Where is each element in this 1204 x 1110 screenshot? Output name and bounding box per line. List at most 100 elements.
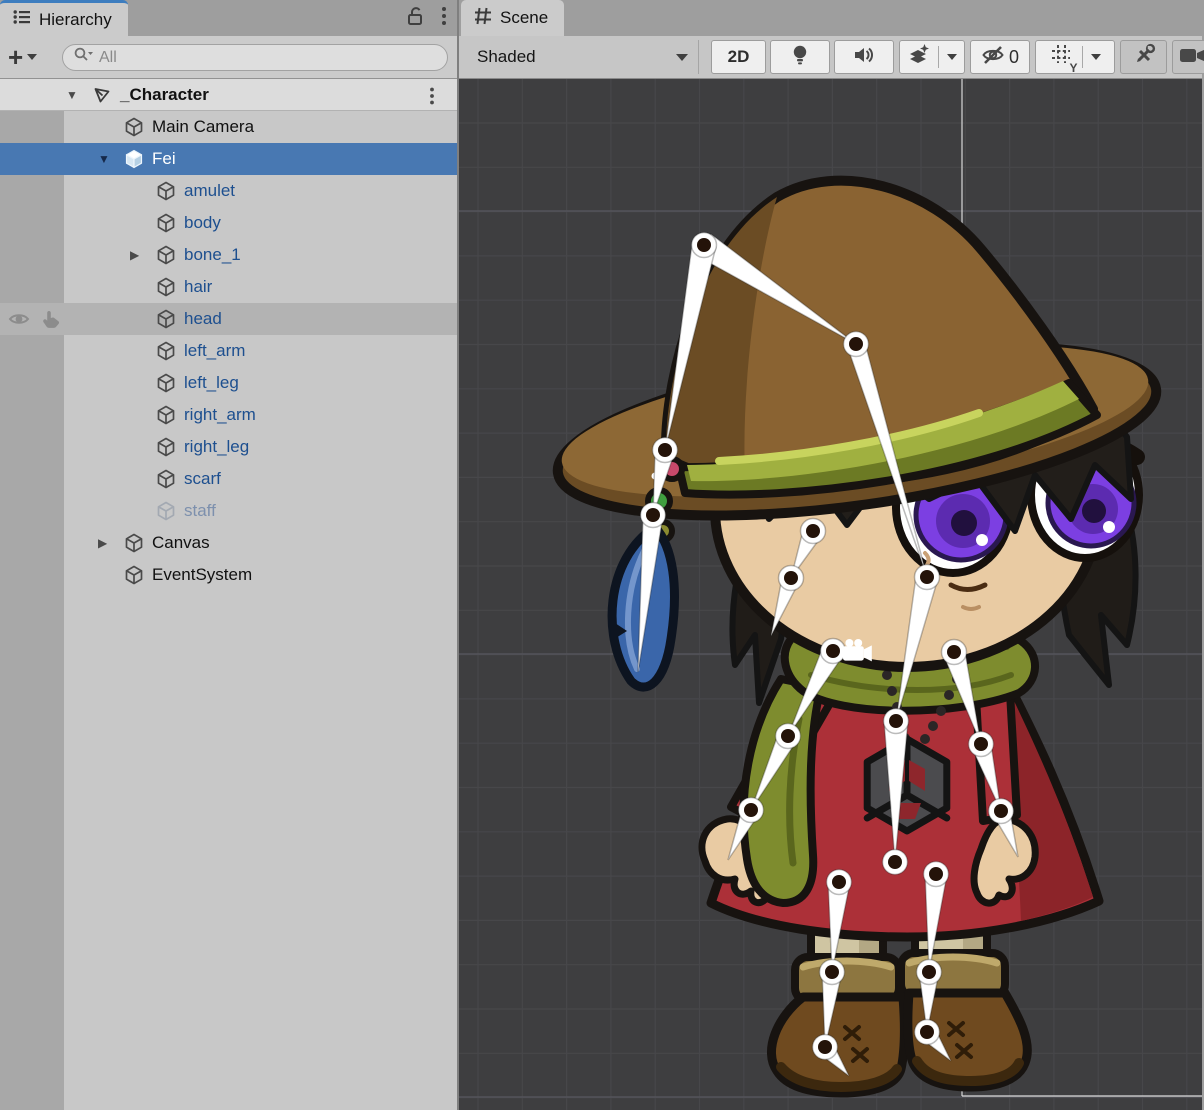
hierarchy-list-icon — [12, 7, 32, 32]
object-label: left_leg — [184, 373, 239, 393]
scene-audio-button[interactable] — [834, 40, 894, 74]
unity-logo-icon — [92, 85, 112, 105]
cube-icon — [156, 437, 176, 457]
cube-icon — [156, 213, 176, 233]
effects-layers-icon — [908, 44, 930, 71]
hierarchy-row-right_arm[interactable]: right_arm — [0, 399, 457, 431]
object-label: head — [184, 309, 222, 329]
eye-icon[interactable] — [8, 309, 30, 334]
chevron-down-icon — [27, 54, 37, 60]
cube-icon — [156, 245, 176, 265]
cube-icon — [156, 181, 176, 201]
scene-grid-icon — [473, 6, 493, 31]
hierarchy-row-right_leg[interactable]: right_leg — [0, 431, 457, 463]
search-input[interactable] — [99, 49, 437, 67]
bone-joint-center — [920, 1025, 934, 1039]
hierarchy-row-eventsystem[interactable]: EventSystem — [0, 559, 457, 591]
object-label: Main Camera — [152, 117, 254, 137]
hierarchy-row-head[interactable]: head — [0, 303, 457, 335]
foldout-arrow[interactable]: ▼ — [98, 152, 110, 166]
cube-icon — [156, 373, 176, 393]
hierarchy-row-amulet[interactable]: amulet — [0, 175, 457, 207]
object-label: staff — [184, 501, 216, 521]
object-label: body — [184, 213, 221, 233]
scene-tab-title: Scene — [500, 8, 548, 28]
grid-visibility-button[interactable]: Y — [1035, 40, 1115, 74]
cube-icon — [156, 277, 176, 297]
object-label: bone_1 — [184, 245, 241, 265]
bone-joint-center — [806, 524, 820, 538]
tab-hierarchy[interactable]: Hierarchy — [0, 0, 128, 36]
scene-lighting-button[interactable] — [770, 40, 830, 74]
hierarchy-row-left_leg[interactable]: left_leg — [0, 367, 457, 399]
cube-icon — [156, 469, 176, 489]
hierarchy-tree: ▼_Character Main Camera ▼ Fei amulet body ▶ bon… — [0, 79, 457, 1110]
object-label: Canvas — [152, 533, 210, 553]
scene-camera-button[interactable] — [1172, 40, 1204, 74]
scene-viewport[interactable] — [459, 79, 1202, 1110]
video-camera-icon — [1180, 45, 1204, 70]
hierarchy-row-bone_1[interactable]: ▶ bone_1 — [0, 239, 457, 271]
object-label: Fei — [152, 149, 176, 169]
foldout-arrow[interactable]: ▼ — [66, 88, 78, 102]
bone-joint-center — [832, 875, 846, 889]
grid-axis-letter: Y — [1069, 61, 1077, 75]
bone-joint-center — [658, 443, 672, 457]
object-label: right_leg — [184, 437, 249, 457]
bone-joint-center — [888, 855, 902, 869]
chevron-down-icon — [676, 54, 688, 61]
hierarchy-search-field[interactable] — [62, 44, 448, 71]
search-icon — [73, 46, 95, 69]
bone-joint-center — [744, 803, 758, 817]
bone-joint-center — [974, 737, 988, 751]
chevron-down-icon — [947, 54, 957, 60]
row-kebab-icon[interactable] — [429, 86, 435, 111]
object-label: left_arm — [184, 341, 245, 361]
lock-icon[interactable] — [405, 5, 425, 32]
cube-faded-icon — [156, 501, 176, 521]
bone-joint-center — [920, 570, 934, 584]
bone-joint-center — [818, 1040, 832, 1054]
hand-icon[interactable] — [40, 309, 62, 334]
tab-scene[interactable]: Scene — [461, 0, 564, 36]
foldout-arrow[interactable]: ▶ — [130, 248, 139, 262]
hierarchy-row-scarf[interactable]: scarf — [0, 463, 457, 495]
tools-icon — [1132, 43, 1156, 72]
toggle-2d-button[interactable]: 2D — [711, 40, 766, 74]
chevron-down-icon — [1091, 54, 1101, 60]
draw-mode-dropdown[interactable]: Shaded — [467, 40, 699, 74]
scene-effects-button[interactable] — [899, 40, 965, 74]
grid-axis-icon: Y — [1050, 43, 1074, 72]
hierarchy-row-body[interactable]: body — [0, 207, 457, 239]
prefab-cube-icon — [124, 149, 144, 169]
hierarchy-row-hair[interactable]: hair — [0, 271, 457, 303]
hierarchy-row-left_arm[interactable]: left_arm — [0, 335, 457, 367]
hierarchy-tabbar: Hierarchy — [0, 0, 457, 36]
hidden-objects-button[interactable]: 0 — [970, 40, 1030, 74]
create-object-button[interactable]: + — [8, 41, 56, 73]
scene-tabbar: Scene — [459, 0, 1202, 36]
bone-joint-center — [825, 965, 839, 979]
hierarchy-toolbar: + — [0, 36, 457, 79]
component-tools-button[interactable] — [1120, 40, 1167, 74]
scene-toolbar: Shaded 2D — [459, 36, 1202, 79]
hierarchy-menu-kebab-icon[interactable] — [441, 5, 447, 32]
hierarchy-row-main camera[interactable]: Main Camera — [0, 111, 457, 143]
cube-icon — [124, 533, 144, 553]
hierarchy-panel: Hierarchy + — [0, 0, 459, 1110]
cube-icon — [156, 405, 176, 425]
hierarchy-row-fei[interactable]: ▼ Fei — [0, 143, 457, 175]
object-label: hair — [184, 277, 212, 297]
speaker-icon — [853, 45, 875, 70]
cube-icon — [124, 117, 144, 137]
foldout-arrow[interactable]: ▶ — [98, 536, 107, 550]
unity-editor: Hierarchy + — [0, 0, 1204, 1110]
eye-slash-icon — [981, 44, 1005, 71]
hierarchy-row-_character[interactable]: ▼_Character — [0, 79, 457, 111]
scene-panel: Scene Shaded 2D — [459, 0, 1202, 1110]
hierarchy-row-canvas[interactable]: ▶ Canvas — [0, 527, 457, 559]
bone-joint-center — [849, 337, 863, 351]
bone-joint-center — [826, 644, 840, 658]
object-label: EventSystem — [152, 565, 252, 585]
hierarchy-row-staff[interactable]: staff — [0, 495, 457, 527]
